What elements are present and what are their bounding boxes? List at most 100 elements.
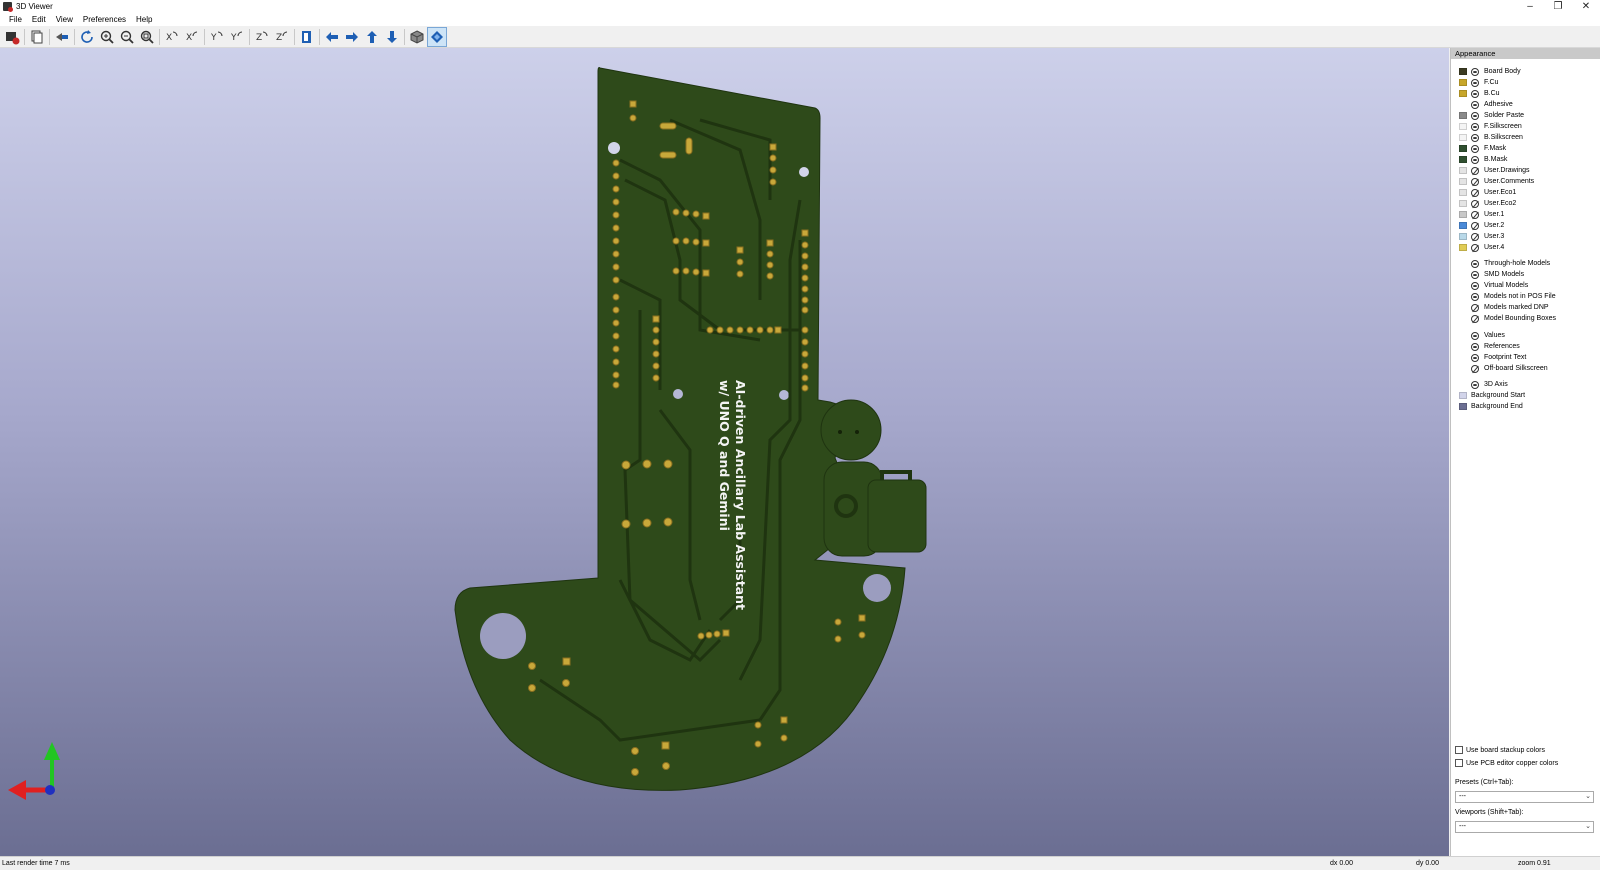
appearance-row[interactable]: Adhesive — [1451, 99, 1513, 110]
visibility-off-icon[interactable] — [1471, 243, 1479, 252]
rotate-y-cw-icon[interactable]: Y — [207, 27, 227, 47]
appearance-row[interactable]: User.Eco2 — [1451, 198, 1516, 209]
visibility-on-icon[interactable] — [1471, 89, 1479, 98]
visibility-off-icon[interactable] — [1471, 364, 1479, 373]
color-swatch[interactable] — [1459, 79, 1467, 86]
color-swatch[interactable] — [1459, 282, 1467, 289]
appearance-row[interactable]: User.Comments — [1451, 176, 1534, 187]
appearance-row[interactable]: B.Mask — [1451, 154, 1507, 165]
visibility-on-icon[interactable] — [1471, 67, 1479, 76]
close-button[interactable]: ✕ — [1572, 0, 1600, 13]
appearance-row[interactable]: Background End — [1451, 401, 1523, 412]
color-swatch[interactable] — [1459, 101, 1467, 108]
use-board-stackup-checkbox[interactable] — [1455, 746, 1463, 754]
rotate-x-cw-icon[interactable]: X — [162, 27, 182, 47]
visibility-off-icon[interactable] — [1471, 232, 1479, 241]
color-swatch[interactable] — [1459, 189, 1467, 196]
color-swatch[interactable] — [1459, 343, 1467, 350]
appearance-row[interactable]: User.3 — [1451, 231, 1504, 242]
visibility-on-icon[interactable] — [1471, 100, 1479, 109]
appearance-row[interactable]: Models not in POS File — [1451, 291, 1556, 302]
color-swatch[interactable] — [1459, 145, 1467, 152]
visibility-on-icon[interactable] — [1471, 155, 1479, 164]
visibility-off-icon[interactable] — [1471, 188, 1479, 197]
use-board-stackup-colors[interactable]: Use board stackup colors — [1455, 746, 1545, 754]
color-swatch[interactable] — [1459, 271, 1467, 278]
menu-preferences[interactable]: Preferences — [78, 13, 131, 26]
ortho-view-icon[interactable] — [407, 27, 427, 47]
use-pcb-copper-colors[interactable]: Use PCB editor copper colors — [1455, 759, 1558, 767]
rotate-y-ccw-icon[interactable]: Y — [227, 27, 247, 47]
color-swatch[interactable] — [1459, 68, 1467, 75]
menu-help[interactable]: Help — [131, 13, 157, 26]
appearance-row[interactable]: Solder Paste — [1451, 110, 1524, 121]
appearance-row[interactable]: Model Bounding Boxes — [1451, 313, 1556, 324]
visibility-on-icon[interactable] — [1471, 270, 1479, 279]
export-icon[interactable] — [52, 27, 72, 47]
copy-image-icon[interactable] — [27, 27, 47, 47]
appearance-row[interactable]: Background Start — [1451, 390, 1525, 401]
color-swatch[interactable] — [1459, 112, 1467, 119]
flip-board-icon[interactable] — [297, 27, 317, 47]
use-pcb-copper-checkbox[interactable] — [1455, 759, 1463, 767]
color-swatch[interactable] — [1459, 392, 1467, 399]
appearance-row[interactable]: User.4 — [1451, 242, 1504, 253]
visibility-on-icon[interactable] — [1471, 133, 1479, 142]
restore-button[interactable]: ❐ — [1544, 0, 1572, 13]
presets-dropdown[interactable]: --- ⌄ — [1455, 791, 1594, 803]
3d-viewport[interactable]: AI-driven Ancillary Lab Assistant w/ UNO… — [0, 48, 1449, 856]
visibility-off-icon[interactable] — [1471, 166, 1479, 175]
visibility-off-icon[interactable] — [1471, 199, 1479, 208]
appearance-row[interactable]: Footprint Text — [1451, 352, 1526, 363]
visibility-on-icon[interactable] — [1471, 281, 1479, 290]
visibility-off-icon[interactable] — [1471, 221, 1479, 230]
visibility-off-icon[interactable] — [1471, 303, 1479, 312]
rotate-z-ccw-icon[interactable]: Z — [272, 27, 292, 47]
visibility-on-icon[interactable] — [1471, 259, 1479, 268]
visibility-on-icon[interactable] — [1471, 292, 1479, 301]
color-swatch[interactable] — [1459, 332, 1467, 339]
appearance-row[interactable]: Values — [1451, 330, 1505, 341]
appearance-row[interactable]: Models marked DNP — [1451, 302, 1549, 313]
color-swatch[interactable] — [1459, 381, 1467, 388]
appearance-row[interactable]: User.Eco1 — [1451, 187, 1516, 198]
visibility-on-icon[interactable] — [1471, 122, 1479, 131]
visibility-off-icon[interactable] — [1471, 314, 1479, 323]
zoom-in-icon[interactable] — [97, 27, 117, 47]
color-swatch[interactable] — [1459, 244, 1467, 251]
zoom-out-icon[interactable] — [117, 27, 137, 47]
reload-icon[interactable] — [77, 27, 97, 47]
menu-file[interactable]: File — [4, 13, 27, 26]
appearance-row[interactable]: 3D Axis — [1451, 379, 1508, 390]
appearance-row[interactable]: Board Body — [1451, 66, 1521, 77]
appearance-row[interactable]: Virtual Models — [1451, 280, 1528, 291]
appearance-row[interactable]: User.2 — [1451, 220, 1504, 231]
color-swatch[interactable] — [1459, 156, 1467, 163]
visibility-off-icon[interactable] — [1471, 177, 1479, 186]
color-swatch[interactable] — [1459, 260, 1467, 267]
appearance-row[interactable]: SMD Models — [1451, 269, 1524, 280]
color-swatch[interactable] — [1459, 222, 1467, 229]
move-left-icon[interactable] — [322, 27, 342, 47]
rotate-z-cw-icon[interactable]: Z — [252, 27, 272, 47]
visibility-on-icon[interactable] — [1471, 144, 1479, 153]
appearance-row[interactable]: References — [1451, 341, 1520, 352]
appearance-row[interactable]: User.Drawings — [1451, 165, 1530, 176]
color-swatch[interactable] — [1459, 178, 1467, 185]
color-swatch[interactable] — [1459, 403, 1467, 410]
appearance-row[interactable]: B.Cu — [1451, 88, 1500, 99]
move-down-icon[interactable] — [382, 27, 402, 47]
minimize-button[interactable]: – — [1516, 0, 1544, 13]
visibility-off-icon[interactable] — [1471, 210, 1479, 219]
color-swatch[interactable] — [1459, 315, 1467, 322]
visibility-on-icon[interactable] — [1471, 78, 1479, 87]
color-swatch[interactable] — [1459, 354, 1467, 361]
rotate-x-ccw-icon[interactable]: X — [182, 27, 202, 47]
appearance-row[interactable]: User.1 — [1451, 209, 1504, 220]
appearance-row[interactable]: Through-hole Models — [1451, 258, 1550, 269]
render-raytrace-icon[interactable] — [2, 27, 22, 47]
appearance-row[interactable]: Off-board Silkscreen — [1451, 363, 1548, 374]
color-swatch[interactable] — [1459, 134, 1467, 141]
color-swatch[interactable] — [1459, 90, 1467, 97]
color-swatch[interactable] — [1459, 200, 1467, 207]
